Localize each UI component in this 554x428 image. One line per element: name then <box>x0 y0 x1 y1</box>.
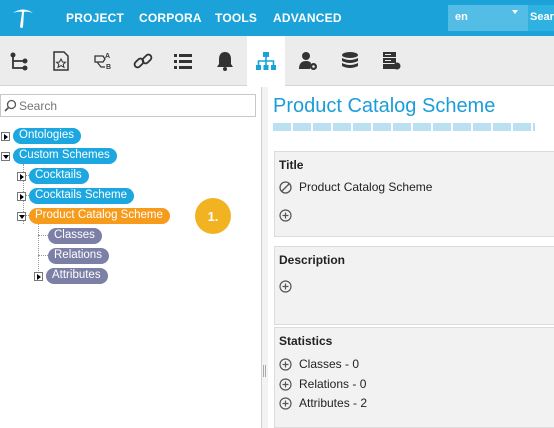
server-icon <box>383 52 401 70</box>
tree-node-custom-schemes[interactable]: Custom Schemes <box>1 148 117 164</box>
list-button[interactable] <box>164 36 202 86</box>
svg-text:A: A <box>105 53 110 60</box>
starred-document-icon <box>53 51 69 71</box>
schema-tool-button[interactable] <box>247 36 285 86</box>
starred-document-button[interactable] <box>42 36 80 86</box>
stat-relations: Relations - 0 <box>299 377 367 391</box>
tree-search-box[interactable] <box>0 94 256 117</box>
add-description-icon[interactable] <box>279 280 292 293</box>
section-heading: Description <box>279 253 346 267</box>
schema-icon <box>256 52 276 70</box>
expand-plus-icon[interactable] <box>279 377 292 391</box>
stat-row-attributes[interactable]: Attributes - 2 <box>279 396 367 410</box>
tree-node-label[interactable]: Cocktails Scheme <box>29 188 135 204</box>
stat-attributes: Attributes - 2 <box>299 396 368 410</box>
title-value-row: Product Catalog Scheme <box>279 180 432 194</box>
language-select[interactable]: en <box>448 5 528 31</box>
toolbar: AB <box>0 36 554 86</box>
add-title-icon[interactable] <box>279 209 292 222</box>
tree-node-cocktails-scheme[interactable]: Cocktails Scheme <box>17 188 135 204</box>
tree-node-label[interactable]: Cocktails <box>29 168 89 184</box>
language-value: en <box>455 11 468 23</box>
stat-classes: Classes - 0 <box>299 357 360 371</box>
top-search-field[interactable]: Sear <box>528 5 554 31</box>
expand-plus-icon[interactable] <box>279 396 292 410</box>
tree-node-label[interactable]: Custom Schemes <box>13 148 117 164</box>
section-heading: Title <box>279 158 304 172</box>
tree-node-ontologies[interactable]: Ontologies <box>1 128 81 144</box>
tree-node-cocktails[interactable]: Cocktails <box>17 168 89 184</box>
database-icon <box>342 52 358 68</box>
scheme-tree: Ontologies Custom Schemes Cocktails Cock… <box>0 127 262 427</box>
bell-icon <box>217 52 233 71</box>
top-navigation-bar: PROJECT CORPORA TOOLS ADVANCED en Sear <box>0 0 554 36</box>
hierarchy-tool-button[interactable] <box>0 36 38 86</box>
expand-toggle-icon[interactable] <box>17 191 26 201</box>
splitter-handle-icon[interactable] <box>263 365 266 377</box>
menu-corpora[interactable]: CORPORA <box>139 11 202 25</box>
expand-toggle-icon[interactable] <box>17 171 26 181</box>
tree-node-label[interactable]: Relations <box>48 248 109 264</box>
top-search-label: Sear <box>530 11 554 23</box>
tree-node-attributes[interactable]: Attributes <box>34 268 108 284</box>
tree-panel: Ontologies Custom Schemes Cocktails Cock… <box>0 87 262 428</box>
user-settings-icon <box>299 52 317 70</box>
stat-row-classes[interactable]: Classes - 0 <box>279 357 359 371</box>
app-logo-icon[interactable] <box>10 5 36 31</box>
page-title: Product Catalog Scheme <box>273 95 496 117</box>
step-badge: 1. <box>195 198 231 234</box>
menu-advanced[interactable]: ADVANCED <box>273 11 342 25</box>
expand-toggle-icon[interactable] <box>34 271 43 281</box>
collapse-toggle-icon[interactable] <box>17 211 26 221</box>
tree-node-relations[interactable]: Relations <box>48 248 109 264</box>
search-icon <box>4 99 17 112</box>
svg-text:B: B <box>106 64 111 71</box>
stat-row-relations[interactable]: Relations - 0 <box>279 377 366 391</box>
notifications-button[interactable] <box>206 36 244 86</box>
database-button[interactable] <box>331 36 369 86</box>
section-heading: Statistics <box>279 334 333 348</box>
menu-tools[interactable]: TOOLS <box>215 11 257 25</box>
title-section: Title Product Catalog Scheme <box>274 151 554 237</box>
expand-toggle-icon[interactable] <box>1 131 10 141</box>
tree-node-label-selected[interactable]: Product Catalog Scheme <box>29 208 170 224</box>
statistics-section: Statistics Classes - 0 Relations - 0 Att… <box>274 327 554 428</box>
title-value[interactable]: Product Catalog Scheme <box>299 180 432 194</box>
user-settings-button[interactable] <box>289 36 327 86</box>
server-button[interactable] <box>372 36 410 86</box>
details-panel: Product Catalog Scheme Title Product Cat… <box>268 87 554 428</box>
tree-node-classes[interactable]: Classes <box>48 228 102 244</box>
concept-link-button[interactable]: AB <box>84 36 122 86</box>
no-language-icon <box>279 180 292 194</box>
tree-node-label[interactable]: Ontologies <box>13 128 81 144</box>
description-section: Description <box>274 246 554 325</box>
chevron-down-icon <box>512 10 518 14</box>
tree-node-product-catalog-scheme[interactable]: Product Catalog Scheme <box>17 208 170 224</box>
link-button[interactable] <box>124 36 162 86</box>
tree-connector <box>38 235 48 236</box>
tree-node-label[interactable]: Classes <box>48 228 102 244</box>
menu-project[interactable]: PROJECT <box>66 11 124 25</box>
tree-search-input[interactable] <box>19 96 249 115</box>
page-subtitle-blurred <box>273 123 535 131</box>
tree-node-label[interactable]: Attributes <box>46 268 108 284</box>
link-icon <box>133 53 153 69</box>
collapse-toggle-icon[interactable] <box>1 151 10 161</box>
hierarchy-icon <box>10 52 28 71</box>
expand-plus-icon[interactable] <box>279 357 292 371</box>
list-icon <box>174 54 192 69</box>
concept-link-icon: AB <box>94 53 111 71</box>
tree-connector <box>38 255 48 256</box>
